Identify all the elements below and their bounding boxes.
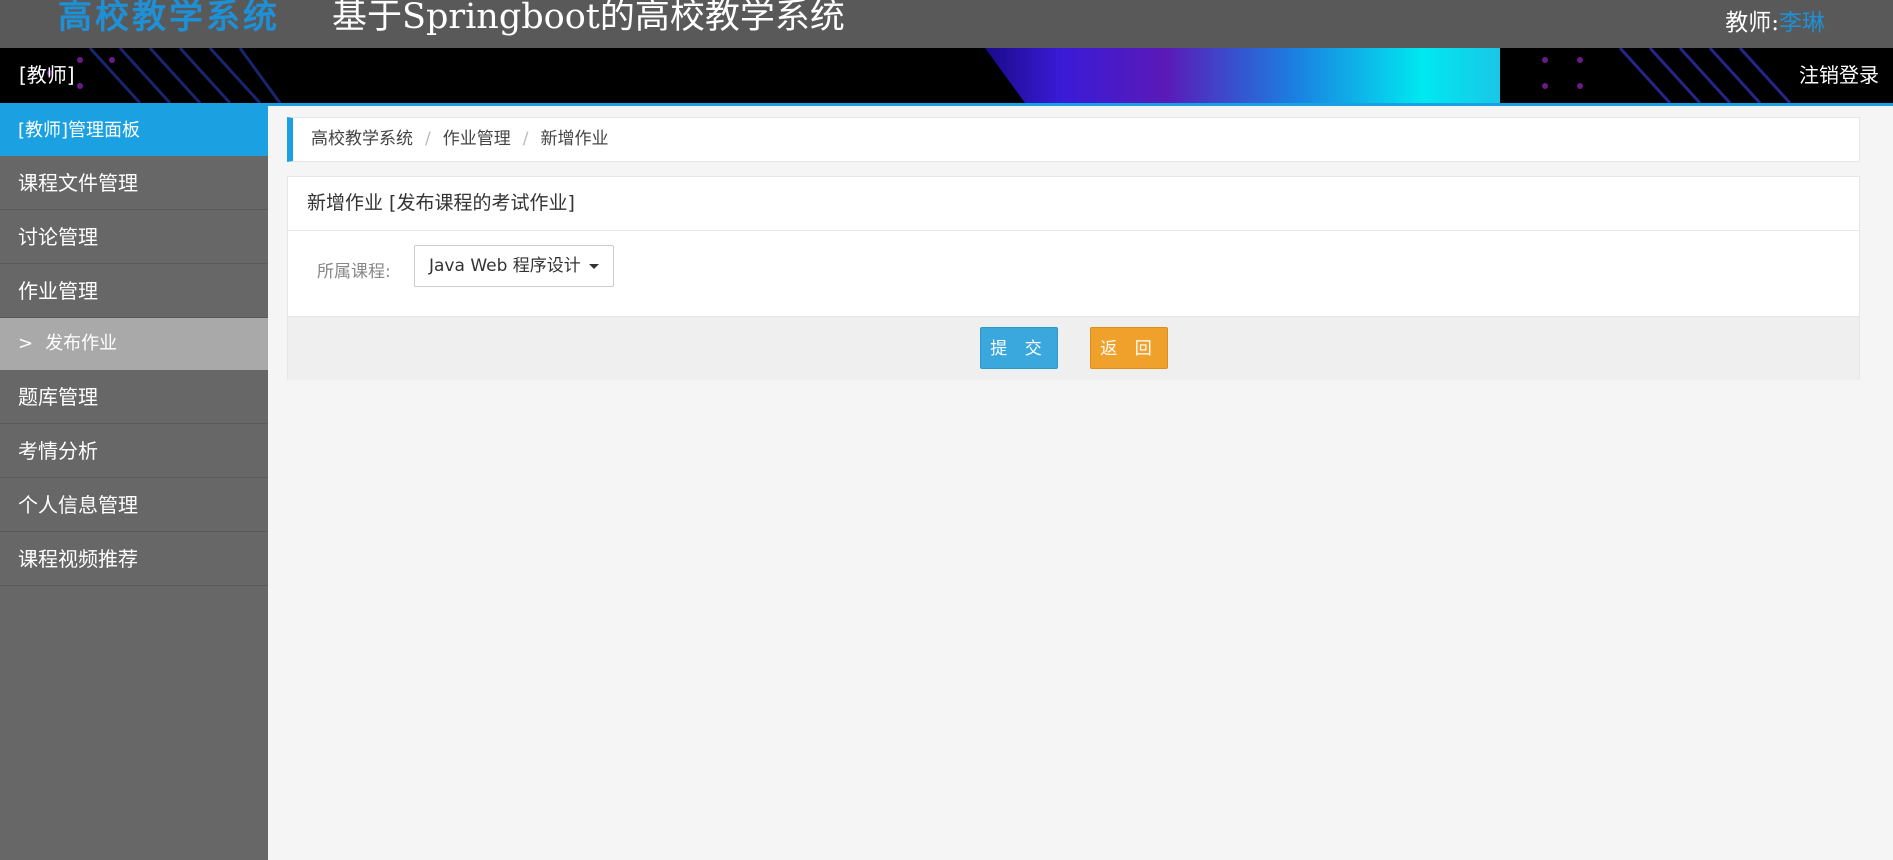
new-assignment-card: 新增作业 [发布课程的考试作业] 所属课程: Java Web 程序设计 提 交… xyxy=(287,176,1860,380)
app-logo: 高校教学系统 xyxy=(58,0,280,37)
breadcrumb-assignments[interactable]: 作业管理 xyxy=(443,129,511,149)
logout-link[interactable]: 注销登录 xyxy=(1799,61,1879,89)
breadcrumb-current: 新增作业 xyxy=(540,129,609,149)
banner-decoration xyxy=(47,48,1792,103)
current-user: 教师:李琳 xyxy=(1725,8,1825,38)
card-body: 所属课程: Java Web 程序设计 xyxy=(288,231,1859,316)
sidebar-item-profile[interactable]: 个人信息管理 xyxy=(0,478,268,532)
breadcrumb-home[interactable]: 高校教学系统 xyxy=(311,129,413,149)
sidebar-item-assignments[interactable]: 作业管理 xyxy=(0,264,268,318)
sidebar-panel-title: [教师]管理面板 xyxy=(0,106,268,156)
card-footer: 提 交 返 回 xyxy=(288,316,1859,380)
sidebar: [教师]管理面板 课程文件管理 讨论管理 作业管理 > 发布作业 题库管理 考情分… xyxy=(0,106,268,860)
chevron-right-icon: > xyxy=(18,333,34,354)
back-button[interactable]: 返 回 xyxy=(1090,327,1168,369)
breadcrumb-separator: / xyxy=(522,129,529,149)
user-role-prefix: 教师: xyxy=(1725,10,1779,36)
sidebar-subitem-label: 发布作业 xyxy=(45,333,118,354)
submit-button[interactable]: 提 交 xyxy=(980,327,1058,369)
breadcrumb: 高校教学系统 / 作业管理 / 新增作业 xyxy=(287,117,1860,162)
course-select-value: Java Web 程序设计 xyxy=(429,256,581,276)
caret-down-icon xyxy=(589,264,599,269)
role-label: [教师] xyxy=(19,63,75,87)
header-banner: [教师] 注销登录 xyxy=(0,48,1893,103)
header-accent-line xyxy=(0,103,1893,106)
sidebar-item-question-bank[interactable]: 题库管理 xyxy=(0,370,268,424)
sidebar-item-course-files[interactable]: 课程文件管理 xyxy=(0,156,268,210)
user-name: 李琳 xyxy=(1779,10,1825,36)
system-title: 基于Springboot的高校教学系统 xyxy=(332,0,845,37)
card-title: 新增作业 [发布课程的考试作业] xyxy=(288,177,1859,231)
sidebar-item-video-recommend[interactable]: 课程视频推荐 xyxy=(0,532,268,586)
course-select[interactable]: Java Web 程序设计 xyxy=(414,245,614,287)
course-field-label: 所属课程: xyxy=(317,262,391,282)
sidebar-item-discussions[interactable]: 讨论管理 xyxy=(0,210,268,264)
sidebar-subitem-publish-assignment[interactable]: > 发布作业 xyxy=(0,318,268,370)
title-bar: 高校教学系统 基于Springboot的高校教学系统 教师:李琳 xyxy=(0,0,1893,48)
sidebar-item-exam-analysis[interactable]: 考情分析 xyxy=(0,424,268,478)
breadcrumb-separator: / xyxy=(425,129,431,149)
